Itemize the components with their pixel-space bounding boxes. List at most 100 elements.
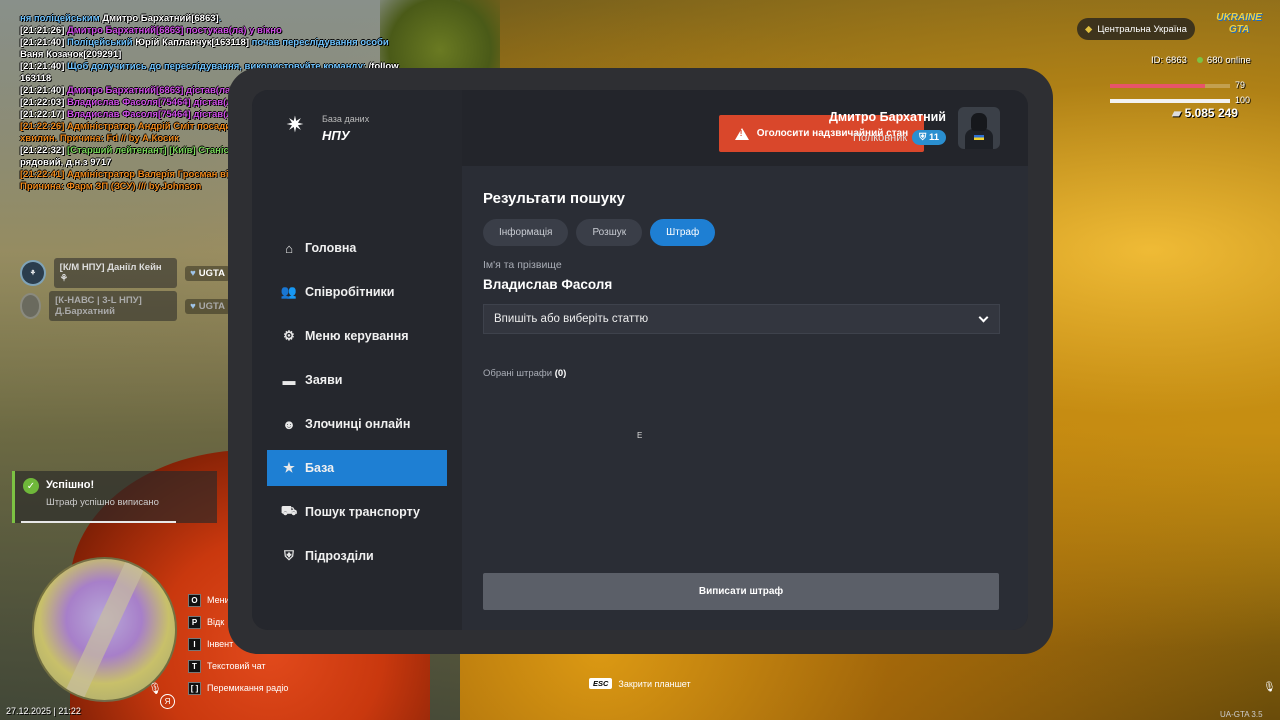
chat-line: ня поліцейським Дмитро Бархатний[6863]. xyxy=(20,13,400,25)
server-tag: UGTA xyxy=(198,300,225,312)
key-hint-label: Інвент xyxy=(207,639,234,649)
chat-segment: [21:21:26] xyxy=(20,25,67,36)
sidebar-item-1[interactable]: ⌂ Головна xyxy=(267,230,447,266)
voice-speaker-name: [К/М НПУ] Даніїл Кейн ⚘ xyxy=(53,258,178,288)
player-id: ID: 6863 xyxy=(1151,55,1187,66)
selected-fines-label: Обрані штрафи xyxy=(483,368,553,379)
armor-fill xyxy=(1110,99,1230,103)
warning-icon xyxy=(734,127,749,140)
chat-line: [21:21:40] Поліцейський Юрій Капланчук[1… xyxy=(20,37,400,61)
tab-1[interactable]: Інформація xyxy=(483,219,569,246)
voice-speaker-1: ⚘ [К/М НПУ] Даніїл Кейн ⚘ ♥ UGTA xyxy=(20,258,230,288)
chat-segment: Дмитро Бархатний[6863] постукав(ла) у ві… xyxy=(67,25,282,36)
online-count: 680 online xyxy=(1196,55,1251,66)
key-cap: T xyxy=(188,659,201,673)
results-tabs: Інформація Розшук Штраф xyxy=(483,219,1000,246)
server-tag: UGTA xyxy=(198,267,225,279)
notification-progress xyxy=(21,521,176,523)
article-select-placeholder: Впишіть або виберіть статтю xyxy=(494,313,649,325)
chat-segment: [21:22:32] xyxy=(20,145,67,156)
chat-segment: . xyxy=(218,13,222,24)
notification-title: Успішно! xyxy=(46,479,95,491)
sidebar-item-2[interactable]: 👥 Співробітники xyxy=(267,274,447,310)
chat-segment: [21:21:40] xyxy=(20,61,67,72)
key-hint-label: Відк xyxy=(207,617,225,627)
sidebar-item-7[interactable]: ⛟ Пошук транспорту xyxy=(267,494,447,530)
key-cap: P xyxy=(188,615,201,629)
rank-shield-icon: ⛨ xyxy=(919,132,927,143)
chat-segment: Юрій Капланчук[163118] xyxy=(135,37,252,48)
folder-icon: ▬ xyxy=(282,372,296,388)
minimap-road xyxy=(64,561,144,700)
avatar[interactable] xyxy=(958,107,1000,149)
sidebar-item-label: Підрозділи xyxy=(305,549,374,563)
voice-speaker-2: [К-НАВС | 3-L НПУ] Д.Бархатний ♥ UGTA xyxy=(20,291,230,321)
shield-icon: ⛨ xyxy=(284,548,294,563)
close-tablet-hint[interactable]: ESC Закрити планшет xyxy=(589,678,691,689)
search-results: Результати пошуку Інформація Розшук Штраф … xyxy=(483,190,1000,379)
chat-segment: [21:21:40] xyxy=(20,85,67,96)
rank-badge: ⛨ 11 xyxy=(912,130,946,145)
tablet-screen: ✷ База даних НПУ ⌂ Головна 👥 Співробітники ⚙… xyxy=(252,90,1028,630)
article-select[interactable]: Впишіть або виберіть статтю xyxy=(483,304,1000,334)
key-hint: T Текстовий чат xyxy=(188,655,288,677)
chat-segment: Дмитро Бархатний[6863] xyxy=(102,13,219,24)
online-icon xyxy=(1196,57,1203,63)
chat-segment: Ваня Козачок[209291] xyxy=(20,49,122,60)
person-name: Владислав Фасоля xyxy=(483,277,613,292)
sidebar-item-8[interactable]: ⛨ Підрозділи xyxy=(267,538,447,574)
money-icon: ▰ xyxy=(1172,106,1182,120)
tab-3[interactable]: Штраф xyxy=(650,219,716,246)
sidebar-item-label: Заяви xyxy=(305,373,343,387)
key-cap: [ ] xyxy=(188,681,201,695)
police-emblem-avatar: ⚘ xyxy=(20,260,46,286)
rank-level: 11 xyxy=(928,132,939,143)
interaction-hint: E xyxy=(637,431,643,440)
key-hint-label: Мени xyxy=(207,595,230,605)
selected-fines: Обрані штрафи (0) xyxy=(483,368,1000,379)
heart-icon: ♥ xyxy=(190,300,196,312)
chat-segment: почав переслідування особи xyxy=(251,37,389,48)
sidebar-item-5[interactable]: ☻ Злочинці онлайн xyxy=(267,406,447,442)
issue-fine-button[interactable]: Виписати штраф xyxy=(483,573,999,610)
car-icon: ⛟ xyxy=(280,503,298,518)
sidebar-item-label: Меню керування xyxy=(305,329,409,343)
health-bar xyxy=(1110,84,1230,88)
region-badge: ◆ Центральна Україна xyxy=(1077,18,1195,40)
minimap xyxy=(32,557,177,702)
tab-2[interactable]: Розшук xyxy=(576,219,643,246)
criminal-icon: ☻ xyxy=(282,416,296,432)
top-bar: Оголосити надзвичайний стан Дмитро Барха… xyxy=(462,90,1028,166)
chat-segment: Поліцейський xyxy=(67,37,136,48)
chat-segment: [21:21:40] xyxy=(20,37,67,48)
avatar xyxy=(20,293,42,319)
chat-segment: [21:22:17] xyxy=(20,109,67,120)
game-logo: UKRAINE GTA xyxy=(1216,12,1262,35)
health-fill xyxy=(1110,84,1205,88)
brand-name: НПУ xyxy=(322,128,350,143)
home-icon: ⌂ xyxy=(285,240,293,256)
region-name: Центральна Україна xyxy=(1097,23,1187,35)
sidebar-item-4[interactable]: ▬ Заяви xyxy=(267,362,447,398)
sidebar-item-label: Пошук транспорту xyxy=(305,505,420,519)
gear-icon: ⚙ xyxy=(283,328,295,343)
money-value: 5.085 249 xyxy=(1184,106,1238,120)
online-label: 680 online xyxy=(1206,55,1251,66)
armor-value: 100 xyxy=(1235,95,1251,105)
success-notification: ✓ Успішно! Штраф успішно виписано xyxy=(12,471,217,523)
armor-bar xyxy=(1110,99,1230,103)
sidebar-item-6[interactable]: ★ База xyxy=(267,450,447,486)
ya-icon: Я xyxy=(160,694,175,709)
checkmark-icon: ✓ xyxy=(23,478,39,494)
close-tablet-label: Закрити планшет xyxy=(618,678,691,689)
avatar-head xyxy=(971,113,987,131)
chevron-down-icon xyxy=(978,312,989,322)
microphone-icon[interactable]: 🎙 xyxy=(1263,682,1276,693)
voice-speaker-name: [К-НАВС | 3-L НПУ] Д.Бархатний xyxy=(49,291,178,321)
notification-text: Штраф успішно виписано xyxy=(46,497,159,508)
version-label: UA-GTA 3.5 xyxy=(1220,710,1263,719)
shield-icon: ◆ xyxy=(1085,23,1093,35)
sidebar-item-label: Співробітники xyxy=(305,285,395,299)
sidebar-item-3[interactable]: ⚙ Меню керування xyxy=(267,318,447,354)
selected-fines-count: (0) xyxy=(554,368,567,379)
